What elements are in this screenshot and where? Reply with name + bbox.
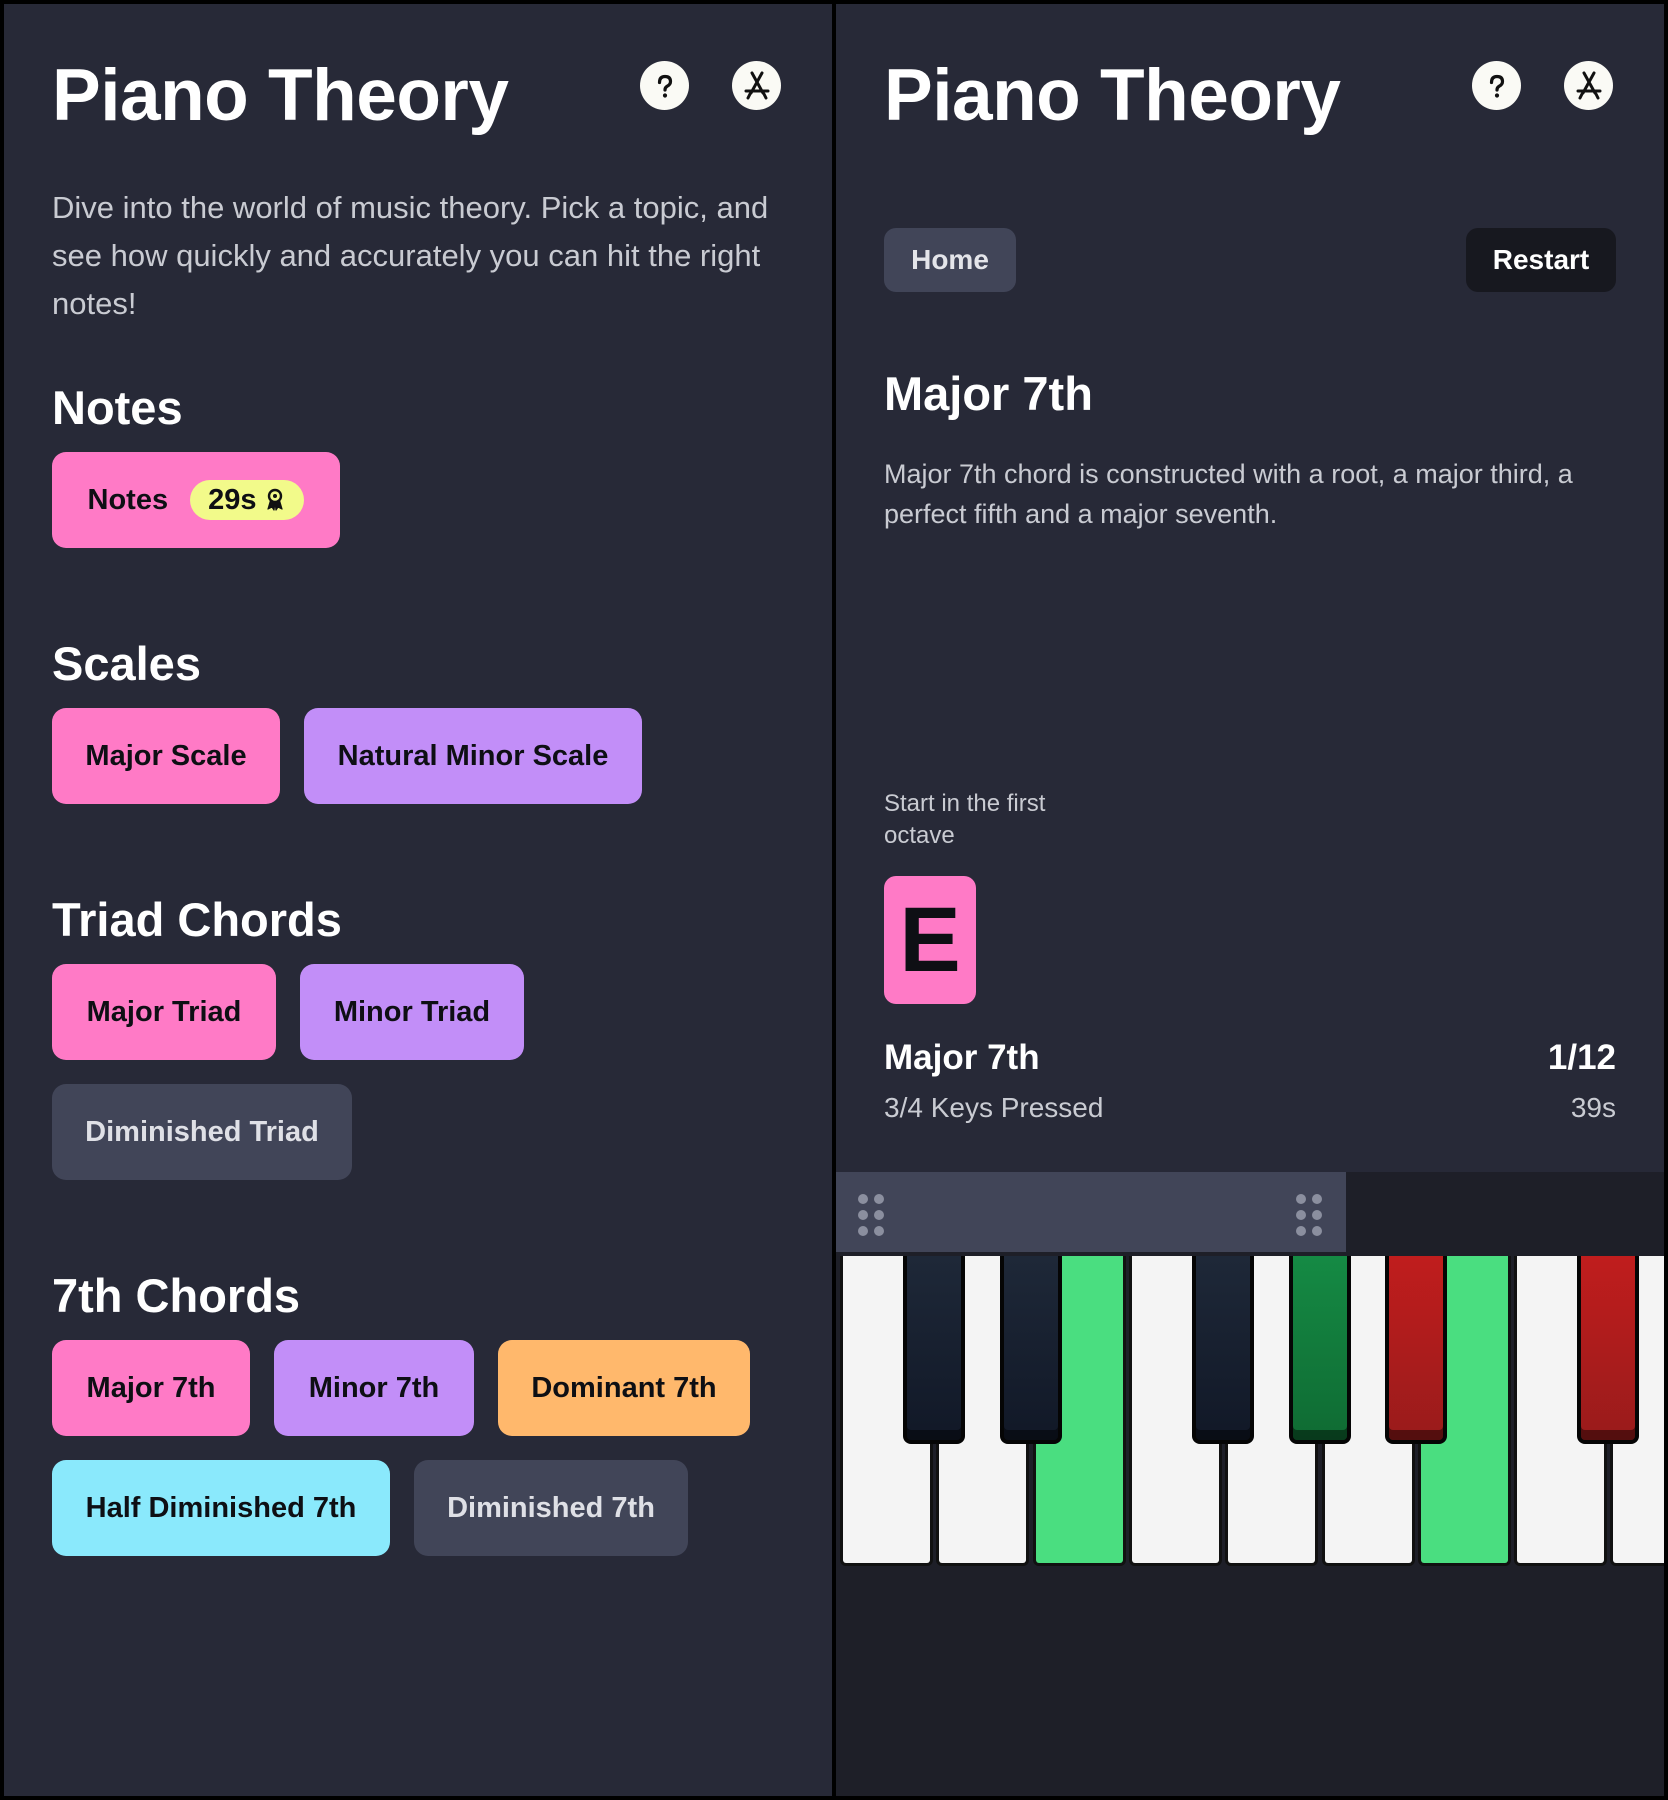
topic-half-diminished-7th-button[interactable]: Half Diminished 7th (52, 1460, 390, 1556)
help-button[interactable] (1472, 61, 1521, 110)
section-heading-notes: Notes (52, 381, 183, 434)
topic-label: Notes (87, 483, 169, 516)
lesson-title: Major 7th (884, 367, 1093, 420)
piano-black-key[interactable] (999, 1256, 1062, 1444)
topic-diminished-7th-button[interactable]: Diminished 7th (414, 1460, 688, 1556)
topic-major-triad-button[interactable]: Major Triad (52, 964, 276, 1060)
app-title: Piano Theory (884, 55, 1341, 136)
keys-pressed-status: 3/4 Keys Pressed (884, 1092, 1104, 1123)
help-button[interactable] (640, 61, 689, 110)
piano-black-key[interactable] (903, 1256, 966, 1444)
section-heading-sevenths: 7th Chords (52, 1269, 301, 1322)
drag-handle-icon[interactable] (1296, 1194, 1324, 1238)
piano-keys (836, 1256, 1664, 1576)
piano-black-key[interactable] (1192, 1256, 1255, 1444)
piano-keyboard-area (836, 1172, 1664, 1796)
drag-handle-icon[interactable] (858, 1194, 886, 1238)
help-circle-icon (657, 74, 672, 98)
home-button[interactable]: Home (884, 228, 1016, 292)
section-heading-triads: Triad Chords (52, 893, 342, 946)
app-store-button[interactable] (1564, 61, 1613, 110)
keyboard-drag-bar[interactable] (836, 1172, 1346, 1252)
topic-diminished-triad-button[interactable]: Diminished Triad (52, 1084, 352, 1180)
topic-minor-7th-button[interactable]: Minor 7th (274, 1340, 474, 1436)
home-screen: Piano Theory Dive into the world of musi… (4, 4, 832, 1796)
topic-notes-button[interactable]: Notes 29s (52, 452, 340, 548)
restart-button[interactable]: Restart (1466, 228, 1616, 292)
elapsed-timer: 39s (1570, 1092, 1616, 1123)
topic-natural-minor-scale-button[interactable]: Natural Minor Scale (304, 708, 642, 804)
lesson-screen: Piano Theory Home Restart Major 7th Majo… (836, 4, 1664, 1796)
lesson-description: Major 7th chord is constructed with a ro… (884, 459, 1573, 529)
app-store-icon (744, 71, 769, 99)
piano-black-key-correct[interactable] (1288, 1256, 1351, 1444)
topic-minor-triad-button[interactable]: Minor Triad (300, 964, 524, 1060)
piano-black-key-wrong[interactable] (1384, 1256, 1447, 1444)
best-time-badge: 29s (190, 480, 305, 520)
current-chord-label: Major 7th (884, 1038, 1040, 1077)
help-circle-icon (1489, 74, 1504, 98)
award-icon (267, 488, 284, 511)
app-title: Piano Theory (52, 55, 509, 136)
topic-dominant-7th-button[interactable]: Dominant 7th (498, 1340, 750, 1436)
best-time-value: 29s (208, 483, 257, 516)
topic-major-scale-button[interactable]: Major Scale (52, 708, 280, 804)
app-store-icon (1576, 71, 1601, 99)
piano-black-key-wrong[interactable] (1577, 1256, 1640, 1444)
topic-major-7th-button[interactable]: Major 7th (52, 1340, 250, 1436)
section-heading-scales: Scales (52, 637, 201, 690)
start-hint: Start in the first octave (884, 790, 1046, 849)
progress-counter: 1/12 (1547, 1038, 1616, 1077)
app-store-button[interactable] (732, 61, 781, 110)
intro-text: Dive into the world of music theory. Pic… (52, 190, 769, 321)
root-note-card: E (884, 876, 976, 1004)
